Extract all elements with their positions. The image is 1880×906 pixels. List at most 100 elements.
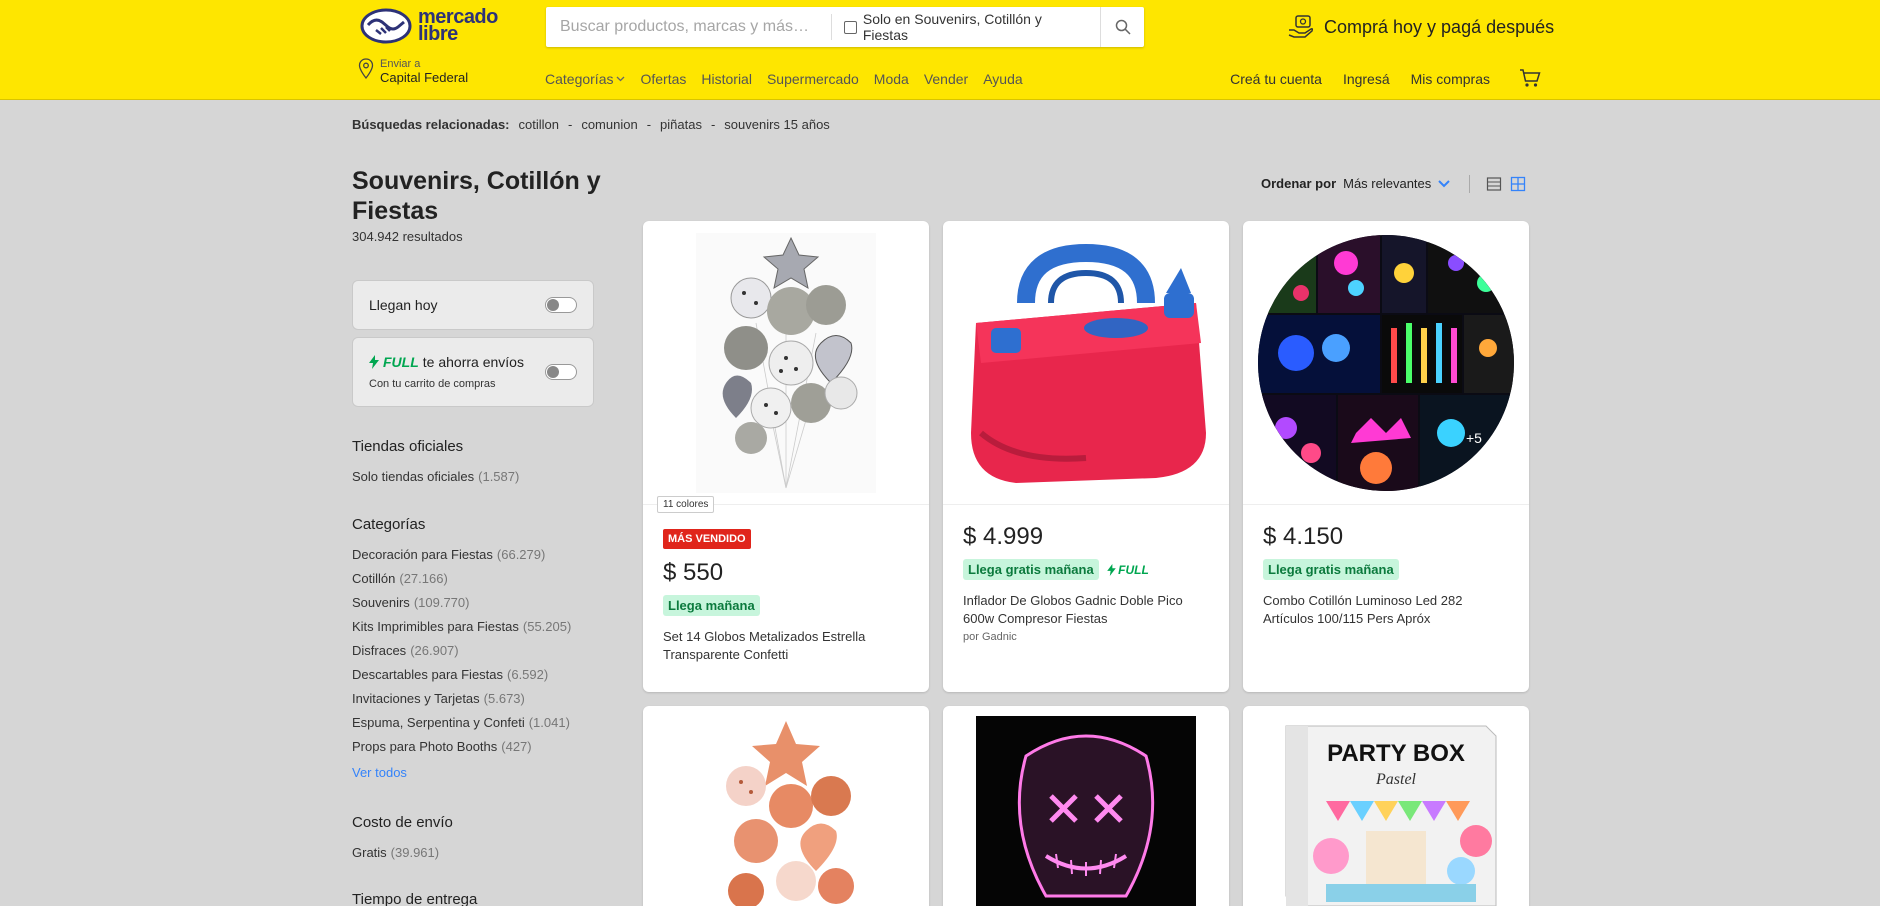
category-item[interactable]: Cotillón (27.166) (352, 571, 448, 586)
product-card[interactable]: 11 colores MÁS VENDIDO $ 550 Llega mañan… (643, 221, 929, 692)
nav-categorias[interactable]: Categorías (545, 71, 625, 87)
location-value: Capital Federal (380, 70, 469, 85)
full-text: te ahorra envíos (422, 354, 524, 370)
grid-view-icon[interactable] (1510, 176, 1526, 192)
category-count: (109.770) (413, 595, 470, 610)
buy-now-pay-later-promo[interactable]: Comprá hoy y pagá después (1287, 14, 1554, 40)
view-toggle (1469, 175, 1526, 193)
chevron-down-icon (617, 76, 625, 82)
product-image[interactable]: PARTY BOX Pastel (1243, 706, 1529, 906)
balloons-image (696, 232, 876, 493)
related-term[interactable]: comunion (581, 117, 637, 132)
related-searches: Búsquedas relacionadas: cotillon - comun… (352, 117, 830, 132)
category-item[interactable]: Decoración para Fiestas (66.279) (352, 547, 545, 562)
category-item[interactable]: Souvenirs (109.770) (352, 595, 469, 610)
colors-tag: 11 colores (657, 496, 715, 513)
nav-ofertas[interactable]: Ofertas (640, 71, 686, 87)
logo-text: mercado libre (418, 6, 498, 45)
filter-full-shipping[interactable]: FULL te ahorra envíos Con tu carrito de … (352, 337, 594, 407)
filter-arrive-today[interactable]: Llegan hoy (352, 280, 594, 330)
related-label: Búsquedas relacionadas: (352, 117, 510, 132)
product-card[interactable] (943, 706, 1229, 906)
filter-label: Gratis (352, 845, 387, 860)
category-item[interactable]: Props para Photo Booths (427) (352, 739, 532, 754)
chevron-down-icon (1438, 179, 1450, 187)
category-label: Invitaciones y Tarjetas (352, 691, 480, 706)
nav-historial[interactable]: Historial (701, 71, 752, 87)
related-term[interactable]: cotillon (519, 117, 559, 132)
logo[interactable]: mercado libre (360, 6, 498, 45)
product-image[interactable]: +5 (1243, 221, 1529, 505)
list-view-icon[interactable] (1486, 176, 1502, 192)
product-card[interactable]: +5 $ 4.150 Llega gratis mañana Combo Cot… (1243, 221, 1529, 692)
party-box-image: PARTY BOX Pastel (1285, 725, 1497, 906)
rose-gold-balloons-image (726, 720, 854, 906)
product-image[interactable] (943, 706, 1229, 906)
product-card[interactable]: PARTY BOX Pastel (1243, 706, 1529, 906)
nav-moda[interactable]: Moda (874, 71, 909, 87)
cart-icon[interactable] (1519, 68, 1541, 88)
nav-supermercado[interactable]: Supermercado (767, 71, 859, 87)
product-card[interactable] (643, 706, 929, 906)
scope-label: Solo en Souvenirs, Cotillón y Fiestas (862, 11, 1042, 43)
results-count: 304.942 resultados (352, 229, 463, 244)
search-scope-filter[interactable]: Solo en Souvenirs, Cotillón y Fiestas (832, 7, 1100, 47)
category-item[interactable]: Descartables para Fiestas (6.592) (352, 667, 548, 682)
best-seller-badge: MÁS VENDIDO (663, 529, 751, 549)
filter-label: Solo tiendas oficiales (352, 469, 475, 484)
scope-checkbox[interactable] (843, 20, 857, 34)
related-term[interactable]: souvenirs 15 años (724, 117, 830, 132)
nav-ayuda[interactable]: Ayuda (983, 71, 1022, 87)
related-term[interactable]: piñatas (660, 117, 702, 132)
category-item[interactable]: Invitaciones y Tarjetas (5.673) (352, 691, 525, 706)
product-image[interactable] (943, 221, 1229, 505)
category-item[interactable]: Disfraces (26.907) (352, 643, 459, 658)
category-item[interactable]: Kits Imprimibles para Fiestas (55.205) (352, 619, 571, 634)
nav-vender[interactable]: Vender (924, 71, 968, 87)
official-stores-filter[interactable]: Solo tiendas oficiales (1.587) (352, 469, 519, 484)
create-account-link[interactable]: Creá tu cuenta (1230, 71, 1322, 87)
arrive-today-toggle[interactable] (545, 297, 577, 313)
led-mask-image (976, 715, 1196, 906)
product-image[interactable]: 11 colores (643, 221, 929, 513)
filter-count: (39.961) (390, 845, 440, 860)
location-pin-icon (358, 58, 374, 80)
sort-control[interactable]: Ordenar por Más relevantes (1261, 176, 1450, 191)
account-nav: Creá tu cuenta Ingresá Mis compras (1230, 71, 1490, 87)
my-purchases-link[interactable]: Mis compras (1411, 71, 1490, 87)
category-item[interactable]: Espuma, Serpentina y Confeti (1.041) (352, 715, 570, 730)
full-brand-label: FULL (383, 354, 419, 370)
category-label: Souvenirs (352, 595, 410, 610)
search-bar: Solo en Souvenirs, Cotillón y Fiestas (546, 7, 1144, 47)
login-link[interactable]: Ingresá (1343, 71, 1390, 87)
full-toggle[interactable] (545, 364, 577, 380)
product-seller[interactable]: por Gadnic (963, 631, 1209, 643)
filter-today-label: Llegan hoy (369, 297, 438, 313)
category-label: Kits Imprimibles para Fiestas (352, 619, 519, 634)
product-title[interactable]: Set 14 Globos Metalizados Estrella Trans… (663, 628, 909, 664)
product-image[interactable] (643, 706, 929, 906)
category-count: (427) (501, 739, 532, 754)
full-badge-label: FULL (1118, 562, 1149, 577)
delivery-location[interactable]: Enviar a Capital Federal (358, 58, 468, 86)
shipping-label: Llega gratis mañana (963, 559, 1099, 580)
related-separator: - (710, 117, 716, 132)
search-input[interactable] (546, 7, 831, 47)
led-kit-image: +5 (1258, 234, 1514, 491)
party-box-subtitle: Pastel (1375, 771, 1417, 788)
main-nav: Categorías Ofertas Historial Supermercad… (545, 71, 1023, 87)
categories-heading: Categorías (352, 516, 426, 533)
party-box-title: PARTY BOX (1327, 740, 1465, 767)
handshake-logo-icon (360, 8, 412, 44)
see-all-categories-link[interactable]: Ver todos (352, 765, 407, 780)
product-card[interactable]: $ 4.999 Llega gratis mañana FULL Inflado… (943, 221, 1229, 692)
product-title[interactable]: Combo Cotillón Luminoso Led 282 Artículo… (1263, 592, 1509, 628)
free-shipping-filter[interactable]: Gratis (39.961) (352, 845, 439, 860)
category-label: Decoración para Fiestas (352, 547, 493, 562)
official-stores-heading: Tiendas oficiales (352, 438, 464, 455)
promo-text: Comprá hoy y pagá después (1324, 16, 1555, 37)
shipping-label: Llega mañana (663, 595, 760, 616)
category-count: (27.166) (399, 571, 448, 586)
product-title[interactable]: Inflador De Globos Gadnic Doble Pico 600… (963, 592, 1209, 628)
search-button[interactable] (1100, 7, 1144, 47)
